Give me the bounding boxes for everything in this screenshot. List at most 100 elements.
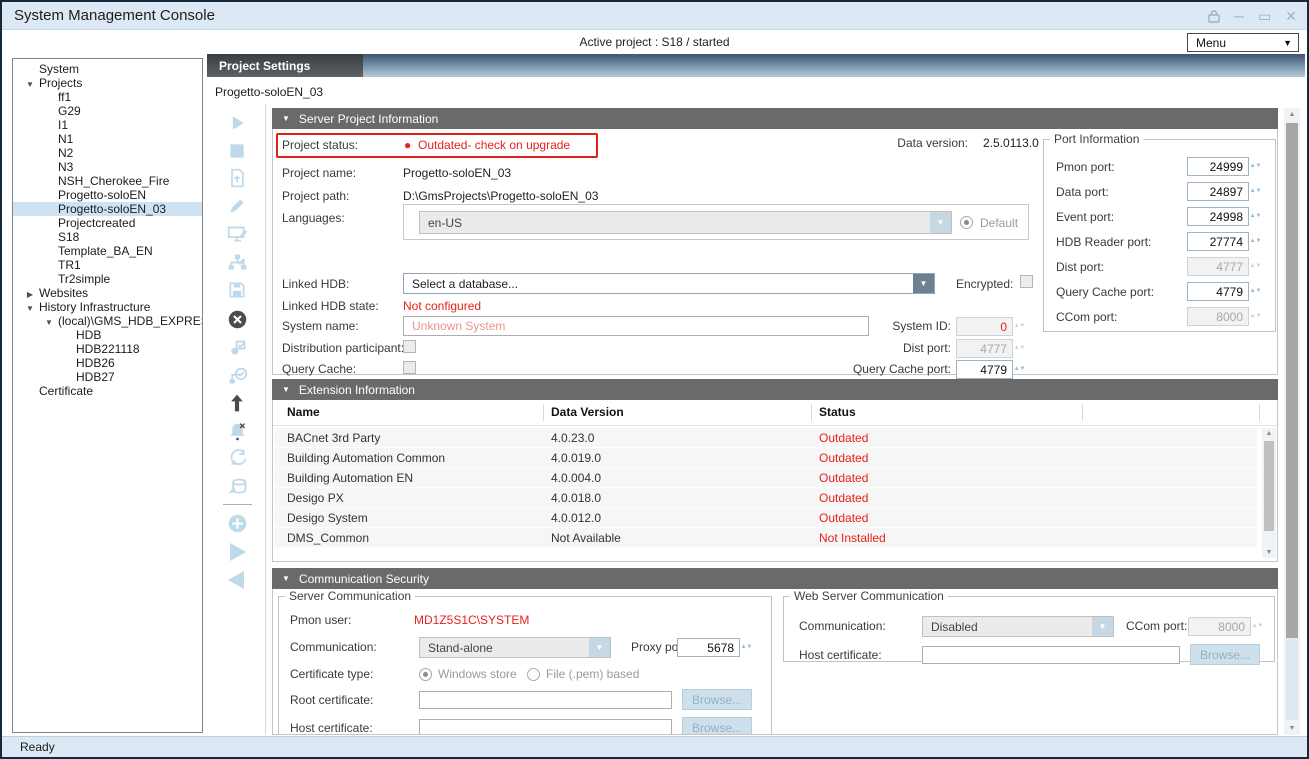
column-header-name[interactable]: Name [287, 405, 320, 419]
next-button[interactable] [224, 539, 250, 565]
collapse-icon[interactable]: ▼ [282, 114, 290, 123]
query-cache-checkbox[interactable] [403, 361, 416, 374]
clear-hdb-button[interactable] [224, 473, 250, 499]
host-certificate-input[interactable] [419, 719, 672, 735]
upgrade-project-button[interactable] [224, 390, 250, 416]
language-combo[interactable]: en-US ▼ [419, 211, 952, 234]
windows-store-radio[interactable] [419, 668, 432, 681]
minimize-button[interactable]: ─ [1234, 9, 1244, 23]
spinner-arrows-icon[interactable]: ▲▼ [1251, 207, 1260, 226]
spinner-arrows-icon[interactable]: ▲▼ [1251, 182, 1260, 201]
system-name-input[interactable]: Unknown System [403, 316, 869, 336]
distribution-participant-checkbox[interactable] [403, 340, 416, 353]
tree-item[interactable]: N3 [13, 160, 202, 174]
root-certificate-input[interactable] [419, 691, 672, 709]
root-certificate-browse-button[interactable]: Browse... [682, 689, 752, 710]
tree-item[interactable]: NSH_Cherokee_Fire [13, 174, 202, 188]
tree-item[interactable]: S18 [13, 230, 202, 244]
main-scrollbar[interactable]: ▲ ▼ [1284, 108, 1300, 735]
pmon-port-input[interactable]: 24999 [1187, 157, 1249, 176]
tree-item-certificate[interactable]: Certificate [13, 384, 202, 398]
extension-row[interactable]: Desigo PX 4.0.018.0 Outdated [275, 488, 1257, 507]
chevron-down-icon[interactable]: ▼ [913, 274, 934, 293]
tree-item-history-infrastructure[interactable]: ▼History Infrastructure [13, 300, 202, 314]
table-scrollbar[interactable]: ▲ ▼ [1262, 428, 1276, 558]
tree-item[interactable]: Tr2simple [13, 272, 202, 286]
tree-item[interactable]: I1 [13, 118, 202, 132]
scroll-down-icon[interactable]: ▼ [1284, 725, 1300, 732]
section-header-extension-information[interactable]: ▼ Extension Information [272, 379, 1278, 400]
restore-distribution-button[interactable] [224, 445, 250, 471]
file-pem-radio[interactable] [527, 668, 540, 681]
extension-row[interactable]: Building Automation EN 4.0.004.0 Outdate… [275, 468, 1257, 487]
extension-row[interactable]: DMS_Common Not Available Not Installed [275, 528, 1257, 547]
tree-item-selected[interactable]: Progetto-soloEN_03 [13, 202, 202, 216]
scroll-down-icon[interactable]: ▼ [1262, 549, 1276, 556]
tree-item[interactable]: N2 [13, 146, 202, 160]
tree-item[interactable]: HDB221118 [13, 342, 202, 356]
tree-item[interactable]: TR1 [13, 258, 202, 272]
event-port-input[interactable]: 24998 [1187, 207, 1249, 226]
spinner-arrows-icon[interactable]: ▲▼ [1251, 282, 1260, 301]
disable-notifications-button[interactable] [224, 418, 250, 444]
spinner-arrows-icon[interactable]: ▲▼ [1015, 360, 1024, 379]
edit-display-button[interactable] [224, 221, 250, 247]
tree-item[interactable]: ff1 [13, 90, 202, 104]
tree-item[interactable]: G29 [13, 104, 202, 118]
tree-item[interactable]: Template_BA_EN [13, 244, 202, 258]
scroll-up-icon[interactable]: ▲ [1284, 111, 1300, 118]
encrypted-checkbox[interactable] [1020, 275, 1033, 288]
proxy-port-input[interactable]: 5678 [677, 638, 740, 657]
close-project-button[interactable] [224, 306, 250, 332]
chevron-down-icon[interactable]: ▼ [930, 212, 951, 233]
tree-item[interactable]: Projectcreated [13, 216, 202, 230]
hdb-reader-port-input[interactable]: 27774 [1187, 232, 1249, 251]
web-host-certificate-browse-button[interactable]: Browse... [1190, 644, 1260, 665]
query-cache-port-row-input[interactable]: 4779 [956, 360, 1013, 379]
file-pem-label: File (.pem) based [546, 667, 639, 681]
tree-item[interactable]: HDB [13, 328, 202, 342]
column-header-status[interactable]: Status [819, 405, 856, 419]
save-project-button[interactable] [224, 277, 250, 303]
spinner-arrows-icon[interactable]: ▲▼ [1251, 232, 1260, 251]
tree-item[interactable]: Progetto-soloEN [13, 188, 202, 202]
tree-item-websites[interactable]: ▶Websites [13, 286, 202, 300]
tree-item[interactable]: N1 [13, 132, 202, 146]
spinner-arrows-icon[interactable]: ▲▼ [1251, 157, 1260, 176]
tree-item-system[interactable]: System [13, 62, 202, 76]
previous-button[interactable] [224, 567, 250, 593]
tree-item-projects[interactable]: ▼Projects [13, 76, 202, 90]
extension-row[interactable]: Desigo System 4.0.012.0 Outdated [275, 508, 1257, 527]
check-distribution-button[interactable] [224, 363, 250, 389]
collapse-icon[interactable]: ▼ [282, 574, 290, 583]
section-header-communication-security[interactable]: ▼ Communication Security [272, 568, 1278, 589]
host-certificate-browse-button[interactable]: Browse... [682, 717, 752, 735]
data-port-input[interactable]: 24897 [1187, 182, 1249, 201]
tree-item[interactable]: HDB27 [13, 370, 202, 384]
start-project-button[interactable] [224, 110, 250, 136]
check-project-button[interactable] [224, 335, 250, 361]
menu-dropdown[interactable]: Menu ▼ [1187, 33, 1299, 52]
column-header-data-version[interactable]: Data Version [551, 405, 624, 419]
extension-row[interactable]: BACnet 3rd Party 4.0.23.0 Outdated [275, 428, 1257, 447]
extension-row[interactable]: Building Automation Common 4.0.019.0 Out… [275, 448, 1257, 467]
tree-item[interactable]: HDB26 [13, 356, 202, 370]
linked-hdb-combo[interactable]: Select a database... ▼ [403, 273, 935, 294]
status-dot-icon: ● [404, 138, 411, 152]
maximize-button[interactable]: ▭ [1258, 9, 1271, 23]
default-language-radio[interactable] [960, 216, 973, 229]
close-button[interactable]: ✕ [1285, 9, 1297, 23]
add-project-button[interactable] [224, 510, 250, 536]
collapse-icon[interactable]: ▼ [282, 385, 290, 394]
query-cache-port-input[interactable]: 4779 [1187, 282, 1249, 301]
tree-item-hdb-server[interactable]: ▼(local)\GMS_HDB_EXPRESS [13, 314, 202, 328]
scroll-up-icon[interactable]: ▲ [1262, 430, 1276, 437]
tab-project-settings[interactable]: Project Settings [207, 54, 363, 77]
section-header-server-project-information[interactable]: ▼ Server Project Information [272, 108, 1278, 129]
web-host-certificate-input[interactable] [922, 646, 1180, 664]
spinner-arrows-icon[interactable]: ▲▼ [742, 638, 751, 657]
create-project-button[interactable] [224, 165, 250, 191]
edit-distribution-button[interactable] [224, 249, 250, 275]
edit-project-button[interactable] [224, 193, 250, 219]
stop-project-button[interactable] [224, 138, 250, 164]
